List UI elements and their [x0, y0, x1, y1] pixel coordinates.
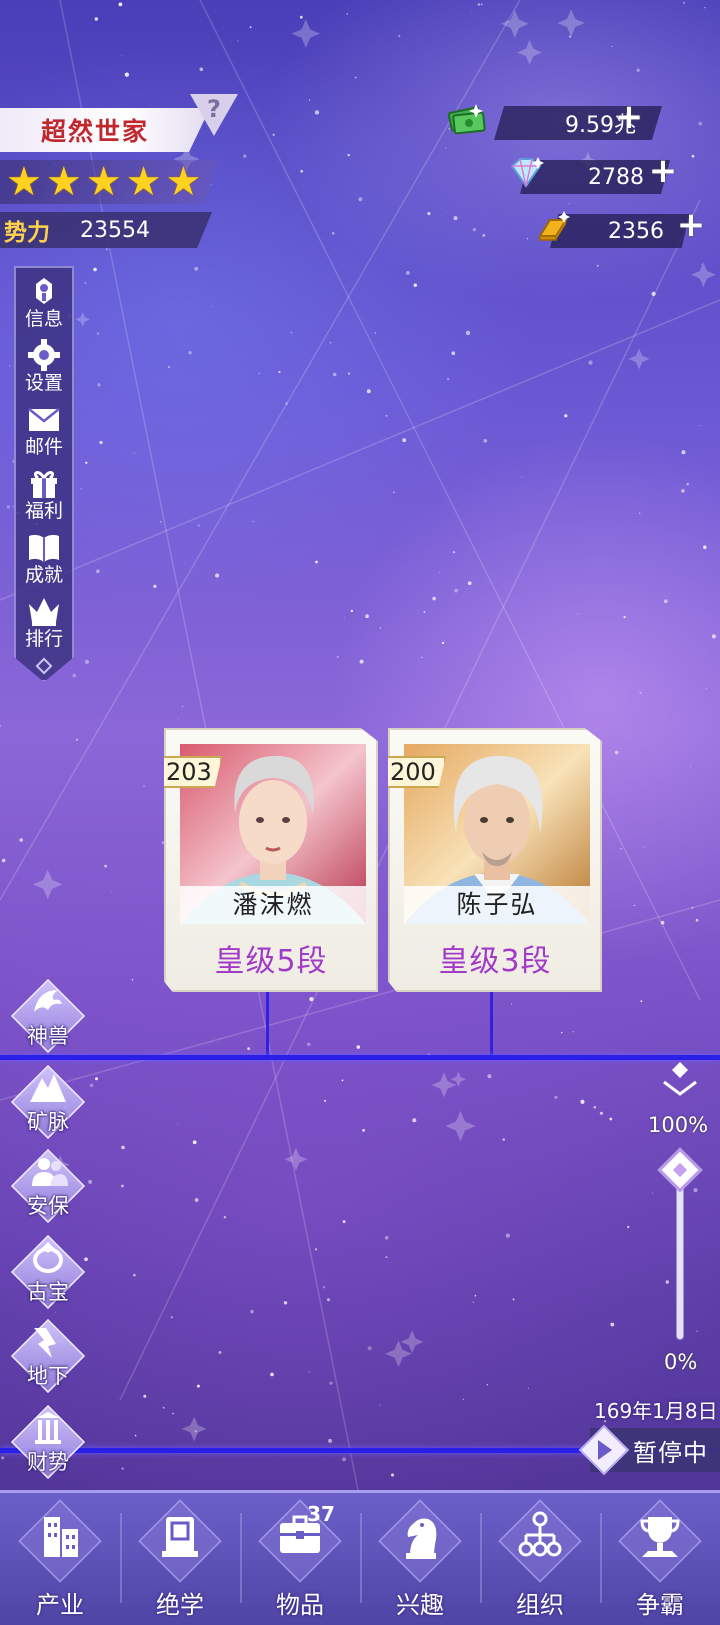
side-menu: 信息 设置 邮件 福利 成就 排行: [14, 266, 74, 682]
nav-label: 产业: [36, 1591, 84, 1619]
side-item-welfare[interactable]: 福利: [16, 460, 72, 524]
character-level-badge: 203: [164, 756, 222, 788]
side-item-label: 成就: [24, 564, 63, 586]
pause-label: 暂停中: [633, 1438, 708, 1467]
side-menu-collapse-icon[interactable]: [35, 657, 53, 675]
zoom-layers-icon[interactable]: [660, 1060, 700, 1100]
feature-security-button[interactable]: 安保: [10, 1148, 86, 1224]
feature-label: 安保: [27, 1194, 69, 1218]
character-name: 潘沫燃: [180, 886, 366, 924]
nav-label: 组织: [516, 1591, 564, 1619]
power-label: 势力: [4, 220, 50, 246]
trophy-icon: [640, 1517, 680, 1557]
feature-antique-button[interactable]: 古宝: [10, 1234, 86, 1310]
items-count-badge: 37: [304, 1499, 338, 1529]
character-card[interactable]: 203 潘沫燃 皇级5段: [164, 728, 378, 992]
nav-organization[interactable]: 组织: [480, 1493, 600, 1625]
star-icon: ★: [85, 159, 122, 205]
feature-label: 矿脉: [27, 1110, 69, 1134]
side-item-settings[interactable]: 设置: [16, 332, 72, 396]
info-icon: [36, 278, 52, 304]
book-icon: [29, 534, 59, 562]
pillar-icon: [35, 1412, 61, 1444]
side-item-label: 信息: [24, 308, 63, 330]
feature-underground-button[interactable]: 地下: [10, 1318, 86, 1394]
power-display: 势力 23554: [0, 212, 212, 248]
gold-value: 2356: [608, 218, 664, 244]
ring-icon: [33, 1242, 63, 1273]
dragon-icon: [34, 990, 62, 1012]
feature-wealth-button[interactable]: 财势: [10, 1404, 86, 1480]
game-date: 169年1月8日: [594, 1399, 718, 1423]
nav-industry[interactable]: 产业: [0, 1493, 120, 1625]
crack-icon: [34, 1328, 56, 1358]
lineage-line: [0, 1055, 720, 1060]
mountain-icon: [30, 1074, 66, 1102]
nav-compete[interactable]: 争霸: [600, 1493, 720, 1625]
side-item-info[interactable]: 信息: [16, 268, 72, 332]
people-icon: [32, 1158, 68, 1186]
character-rank: 皇级3段: [438, 944, 552, 979]
add-gold-button[interactable]: +: [674, 208, 708, 244]
feature-label: 神兽: [27, 1024, 69, 1048]
bottom-nav: 产业 绝学 37 物品 兴趣 组织 争霸: [0, 1490, 720, 1625]
building-icon: [44, 1517, 78, 1557]
side-item-ranking[interactable]: 排行: [16, 588, 72, 652]
side-item-label: 邮件: [24, 436, 63, 458]
gift-icon: [31, 471, 57, 498]
character-level-badge: 200: [388, 756, 446, 788]
envelope-icon: [28, 408, 60, 431]
side-item-label: 排行: [24, 628, 63, 650]
nav-items[interactable]: 37 物品: [240, 1493, 360, 1625]
chess-knight-icon: [406, 1518, 437, 1559]
lineage-connector: [490, 992, 493, 1056]
feature-mine-button[interactable]: 矿脉: [10, 1064, 86, 1140]
star-icon: ★: [45, 159, 82, 205]
diamond-value: 2788: [588, 164, 644, 190]
nav-hobby[interactable]: 兴趣: [360, 1493, 480, 1625]
nav-label: 争霸: [636, 1591, 684, 1619]
character-rank: 皇级5段: [214, 944, 328, 979]
family-star-rating: ★ ★ ★ ★ ★: [0, 160, 218, 204]
zoom-slider-thumb[interactable]: [657, 1147, 703, 1193]
star-icon: ★: [6, 159, 42, 205]
feature-label: 地下: [27, 1364, 69, 1388]
scroll-icon: [162, 1517, 198, 1557]
cash-icon: [447, 104, 486, 135]
lineage-connector: [266, 992, 269, 1056]
side-item-label: 设置: [24, 372, 63, 394]
play-icon[interactable]: [578, 1424, 630, 1476]
feature-label: 财势: [27, 1450, 69, 1474]
crown-icon: [29, 598, 59, 626]
star-icon: ★: [165, 159, 202, 205]
nav-label: 物品: [276, 1591, 324, 1619]
family-name: 超然世家: [40, 117, 149, 146]
family-name-plate[interactable]: 超然世家: [0, 108, 210, 152]
gold-bar-icon: [538, 211, 570, 241]
gear-icon: [28, 339, 60, 371]
character-name: 陈子弘: [404, 886, 590, 924]
add-diamond-button[interactable]: +: [646, 154, 680, 190]
diamond-icon: [510, 157, 544, 188]
org-chart-icon: [518, 1511, 562, 1557]
feature-label: 古宝: [27, 1280, 69, 1304]
nav-skills[interactable]: 绝学: [120, 1493, 240, 1625]
zoom-max-label: 100%: [648, 1113, 709, 1137]
zoom-min-label: 0%: [664, 1350, 698, 1374]
nav-label: 绝学: [156, 1591, 204, 1619]
side-item-achievement[interactable]: 成就: [16, 524, 72, 588]
nav-label: 兴趣: [396, 1591, 444, 1619]
side-item-mail[interactable]: 邮件: [16, 396, 72, 460]
side-item-label: 福利: [24, 500, 63, 522]
add-cash-button[interactable]: +: [612, 100, 646, 136]
star-icon: ★: [125, 159, 162, 205]
feature-beast-button[interactable]: 神兽: [10, 978, 86, 1054]
character-card[interactable]: 200 陈子弘 皇级3段: [388, 728, 602, 992]
power-value: 23554: [80, 217, 150, 243]
